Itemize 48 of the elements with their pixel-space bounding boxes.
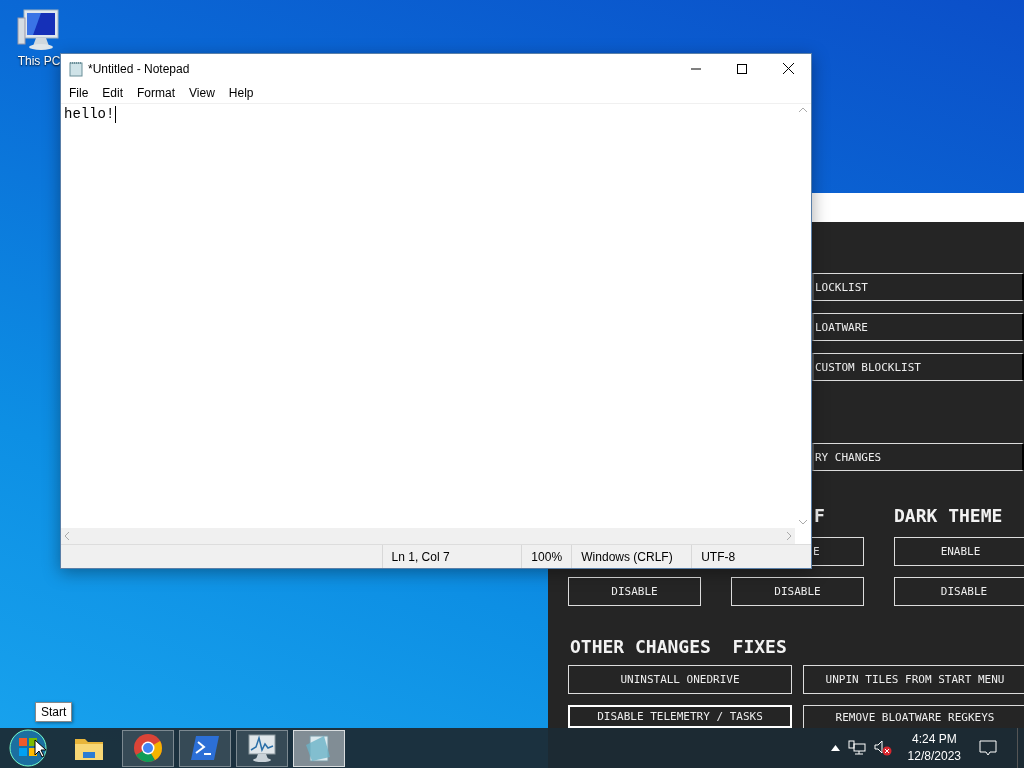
option-button[interactable]: RY CHANGES bbox=[812, 443, 1024, 471]
taskbar-app-button[interactable] bbox=[293, 729, 345, 767]
enable-button[interactable]: ENABLE bbox=[894, 537, 1024, 566]
notification-icon[interactable] bbox=[979, 740, 997, 756]
taskbar-app-button[interactable] bbox=[122, 729, 174, 767]
option-button[interactable]: LOCKLIST bbox=[812, 273, 1024, 301]
option-button[interactable]: LOATWARE bbox=[812, 313, 1024, 341]
status-text: UTF-8 bbox=[701, 549, 736, 564]
muted-speaker-icon[interactable] bbox=[873, 740, 892, 756]
action-button[interactable]: DISABLE TELEMETRY / TASKS bbox=[568, 705, 792, 728]
section-heading: OTHER CHANGES FIXES bbox=[570, 636, 788, 657]
mouse-cursor-icon bbox=[34, 739, 46, 758]
menu-item[interactable]: Help bbox=[221, 84, 261, 102]
caret-up-icon[interactable] bbox=[830, 745, 840, 751]
action-button[interactable]: UNINSTALL ONEDRIVE bbox=[568, 665, 792, 694]
status-text: 100% bbox=[531, 549, 563, 564]
disable-button[interactable]: DISABLE bbox=[731, 577, 864, 606]
clock-time: 4:24 PM bbox=[911, 731, 957, 748]
status-text: Windows (CRLF) bbox=[581, 549, 673, 564]
taskbar-app-button[interactable] bbox=[236, 729, 288, 767]
menu-item[interactable]: Format bbox=[130, 84, 183, 102]
action-button[interactable]: UNPIN TILES FROM START MENU bbox=[803, 665, 1024, 694]
section-heading: DARK THEME bbox=[894, 504, 1004, 526]
taskbar-app-button[interactable] bbox=[179, 729, 231, 767]
terminal-prompt-icon bbox=[190, 735, 220, 761]
disable-button[interactable]: DISABLE bbox=[894, 577, 1024, 606]
action-button[interactable]: REMOVE BLOATWARE REGKEYS bbox=[803, 705, 1024, 728]
menu-item[interactable]: Edit bbox=[95, 84, 131, 102]
notepad-icon bbox=[69, 60, 83, 77]
tooltip: Start bbox=[35, 702, 73, 722]
menu-item[interactable]: View bbox=[182, 84, 222, 102]
desktop-icon-label[interactable]: This PC bbox=[17, 54, 61, 68]
close-icon bbox=[782, 63, 794, 74]
status-text: Ln 1, Col 7 bbox=[391, 549, 450, 564]
chrome-logo-icon bbox=[133, 733, 163, 763]
computer-icon[interactable] bbox=[16, 8, 62, 52]
clock-date: 12/8/2023 bbox=[907, 748, 961, 765]
maximize-icon bbox=[737, 63, 747, 74]
clock[interactable]: 4:24 PM 12/8/2023 bbox=[907, 731, 961, 765]
option-button[interactable]: CUSTOM BLOCKLIST bbox=[812, 353, 1024, 381]
performance-monitor-icon bbox=[246, 733, 278, 763]
window-title: *Untitled - Notepad bbox=[88, 61, 191, 76]
disable-button[interactable]: DISABLE bbox=[568, 577, 701, 606]
network-icon[interactable] bbox=[847, 740, 866, 756]
enable-button[interactable]: E bbox=[812, 537, 864, 566]
text-editor[interactable]: hello! bbox=[61, 104, 795, 528]
section-heading: F bbox=[814, 504, 825, 526]
menu-item[interactable]: File bbox=[62, 84, 96, 102]
